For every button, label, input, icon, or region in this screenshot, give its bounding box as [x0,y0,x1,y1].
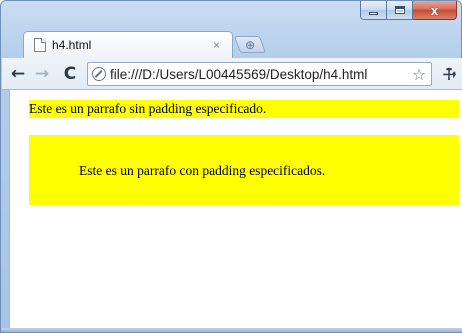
maximize-button[interactable] [387,1,413,20]
forward-button[interactable]: → [32,64,52,84]
tab-title: h4.html [52,38,92,52]
new-tab-icon: ⊕ [244,37,256,52]
tab-h4-html[interactable]: h4.html × [23,31,233,58]
new-tab-button[interactable]: ⊕ [233,36,267,53]
wrench-icon: ⚒ [437,62,461,86]
reload-icon: C [63,64,77,84]
maximize-icon [394,6,405,14]
minimize-button[interactable] [360,1,387,20]
close-window-button[interactable]: x [413,1,457,20]
forward-arrow-icon: → [34,64,50,84]
page-icon [34,38,46,52]
back-arrow-icon: ← [10,64,26,84]
reload-button[interactable]: C [60,64,80,84]
tab-strip: h4.html × ⊕ [1,23,462,58]
url-text[interactable]: file:///D:/Users/L00445569/Desktop/h4.ht… [110,67,431,82]
minimize-icon [369,11,378,15]
browser-toolbar: ← → C file:///D:/Users/L00445569/Desktop… [2,58,462,90]
window-caption-buttons: x [360,1,457,20]
back-button[interactable]: ← [8,64,28,84]
local-file-icon [92,67,106,81]
paragraph-no-padding: Este es un parrafo sin padding especific… [29,100,459,118]
bookmark-star-icon[interactable]: ☆ [409,64,429,84]
close-icon: x [430,2,439,18]
paragraph-with-padding: Este es un parrafo con padding especific… [29,135,459,205]
window-bottom-edge [1,328,462,332]
page-viewport: Este es un parrafo sin padding especific… [9,90,462,330]
wrench-menu-button[interactable]: ⚒ [436,61,462,88]
tab-close-icon[interactable]: × [213,38,220,52]
browser-window: x h4.html × ⊕ ← → C file:///D:/Users/L00… [0,0,462,333]
address-bar[interactable]: file:///D:/Users/L00445569/Desktop/h4.ht… [87,62,432,86]
